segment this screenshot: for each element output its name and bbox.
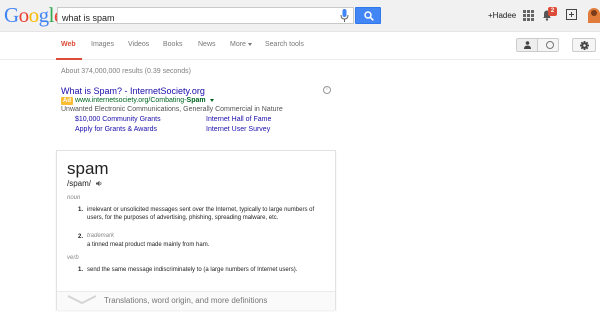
user-profile-link[interactable]: +Hadee [488, 11, 516, 20]
logo-letter-3: o [28, 3, 40, 27]
gear-icon [580, 41, 589, 50]
definition-text: a tinned meat product made mainly from h… [87, 242, 210, 248]
definition-text: irrelevant or unsolicited messages sent … [87, 207, 315, 221]
active-tab-indicator [56, 58, 82, 60]
sitelink-user-survey[interactable]: Internet User Survey [206, 126, 270, 133]
top-bar: Google +Hadee 2 [0, 0, 600, 32]
tab-books[interactable]: Books [163, 41, 182, 48]
tab-web[interactable]: Web [61, 41, 76, 48]
ad-options-caret-icon[interactable] [209, 98, 214, 102]
dictionary-word: spam [67, 159, 109, 178]
tab-search-tools[interactable]: Search tools [265, 41, 304, 48]
user-avatar[interactable] [588, 8, 600, 23]
dictionary-phonetic: /spam/ [67, 179, 103, 188]
speaker-icon[interactable] [96, 180, 103, 187]
ad-url: www.internetsociety.org/Combating- [75, 97, 187, 104]
ad-info-icon[interactable]: i [323, 86, 331, 94]
definition-number: 2. [78, 234, 84, 240]
search-button[interactable] [355, 7, 381, 24]
definition-number: 1. [78, 207, 84, 213]
search-icon [364, 11, 374, 21]
search-box [57, 7, 354, 26]
ad-url-bold: Spam [186, 97, 206, 104]
definition-text: send the same message indiscriminately t… [87, 267, 298, 273]
person-icon [524, 41, 531, 49]
sitelink-community-grants[interactable]: $10,000 Community Grants [75, 116, 161, 123]
expand-chevron-icon [67, 295, 97, 305]
dictionary-card: spam /spam/ noun 1. irrelevant or unsoli… [56, 150, 336, 310]
results-stats: About 374,000,000 results (0.39 seconds) [61, 68, 191, 75]
tab-more-label: More [230, 41, 246, 48]
apps-grid-icon[interactable] [523, 10, 534, 21]
tab-news[interactable]: News [198, 41, 216, 48]
globe-icon[interactable] [546, 41, 554, 49]
tab-videos[interactable]: Videos [128, 41, 149, 48]
part-of-speech-noun: noun [67, 195, 81, 201]
personal-results-toggle[interactable] [517, 39, 538, 51]
chevron-down-icon [247, 42, 252, 46]
sitelink-hall-of-fame[interactable]: Internet Hall of Fame [206, 116, 271, 123]
logo-letter-4: g [38, 3, 50, 27]
part-of-speech-verb: verb [67, 255, 79, 261]
ad-url-row: Ad www.internetsociety.org/Combating-Spam [61, 97, 214, 105]
more-definitions-link[interactable]: Translations, word origin, and more defi… [57, 291, 335, 310]
phonetic-text: /spam/ [67, 179, 92, 188]
search-input[interactable] [58, 10, 328, 26]
notification-count-badge[interactable]: 2 [548, 7, 557, 16]
more-definitions-label: Translations, word origin, and more defi… [104, 296, 268, 305]
ad-badge: Ad [61, 97, 73, 105]
ad-description: Unwanted Electronic Communications, Gene… [61, 106, 283, 113]
results-mode-toggle [516, 38, 559, 52]
sitelink-apply-grants[interactable]: Apply for Grants & Awards [75, 126, 157, 133]
logo-letter-2: o [18, 3, 30, 27]
tab-more[interactable]: More [230, 41, 252, 48]
definition-number: 1. [78, 267, 84, 273]
microphone-icon[interactable] [340, 9, 349, 22]
logo-letter-1: G [4, 3, 19, 27]
settings-button[interactable] [572, 38, 596, 52]
definition-tag: trademark [87, 233, 115, 239]
ad-title-link[interactable]: What is Spam? - InternetSociety.org [61, 86, 205, 96]
share-plus-icon[interactable] [566, 9, 577, 20]
google-logo[interactable]: Google [4, 4, 63, 26]
tab-images[interactable]: Images [91, 41, 114, 48]
search-nav-bar: Web Images Videos Books News More Search… [0, 32, 600, 60]
